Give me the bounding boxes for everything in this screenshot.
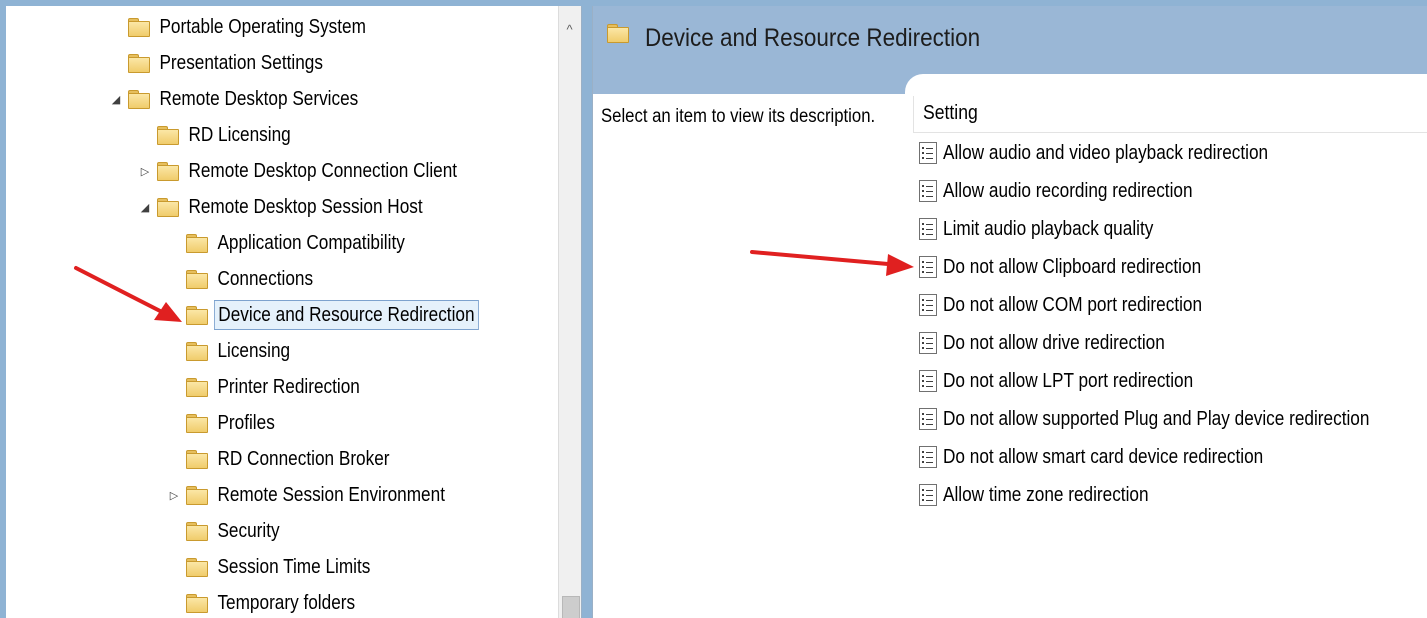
policy-setting-icon	[919, 218, 937, 240]
tree-item[interactable]: Security	[186, 514, 294, 548]
tree-item-label: Connections	[217, 268, 314, 290]
folder-icon	[186, 558, 208, 577]
policy-setting-icon	[919, 256, 937, 278]
tree-item[interactable]: RD Licensing	[157, 118, 312, 152]
setting-row[interactable]: Limit audio playback quality	[919, 212, 1188, 246]
folder-icon	[186, 378, 208, 397]
setting-label: Limit audio playback quality	[943, 217, 1154, 240]
policy-setting-icon	[919, 370, 937, 392]
tree-item-label: Remote Desktop Services	[159, 88, 359, 110]
tree-item[interactable]: ▷ Remote Desktop Connection Client	[141, 154, 505, 188]
setting-row[interactable]: Do not allow COM port redirection	[919, 288, 1244, 322]
tree-item-label: Portable Operating System	[159, 16, 366, 38]
setting-label: Do not allow smart card device redirecti…	[943, 445, 1264, 468]
tree-item-label: Session Time Limits	[217, 556, 371, 578]
expand-arrow-icon[interactable]: ▷	[168, 489, 180, 502]
folder-icon	[186, 594, 208, 613]
setting-row[interactable]: Do not allow Clipboard redirection	[919, 250, 1243, 284]
tree-item[interactable]: Temporary folders	[186, 586, 382, 618]
annotation-arrow-right	[750, 250, 914, 276]
setting-label: Allow time zone redirection	[943, 483, 1149, 506]
tree-item[interactable]: Application Compatibility	[186, 226, 440, 260]
folder-icon	[128, 18, 150, 37]
tree-item[interactable]: ◢ Remote Desktop Services	[112, 82, 395, 116]
setting-label: Do not allow LPT port redirection	[943, 369, 1194, 392]
tree-item-label: Printer Redirection	[217, 376, 360, 398]
setting-column-label: Setting	[923, 102, 978, 124]
policy-setting-icon	[919, 446, 937, 468]
setting-row[interactable]: Do not allow supported Plug and Play dev…	[919, 402, 1427, 436]
setting-label: Do not allow supported Plug and Play dev…	[943, 407, 1370, 430]
description-text: Select an item to view its description.	[601, 106, 876, 127]
annotation-arrow-left	[74, 266, 182, 322]
setting-label: Do not allow Clipboard redirection	[943, 255, 1202, 278]
setting-label: Do not allow COM port redirection	[943, 293, 1203, 316]
settings-column-header[interactable]: Setting	[913, 96, 1427, 133]
folder-icon	[128, 90, 150, 109]
setting-label: Allow audio and video playback redirecti…	[943, 141, 1269, 164]
folder-icon	[186, 234, 208, 253]
tree-scrollbar[interactable]: ^	[558, 6, 581, 618]
folder-icon	[186, 486, 208, 505]
tree-item-label: Security	[217, 520, 280, 542]
collapse-arrow-icon[interactable]: ◢	[110, 93, 122, 106]
policy-setting-icon	[919, 408, 937, 430]
folder-icon	[157, 198, 179, 217]
folder-icon	[186, 522, 208, 541]
tree-item-label: Remote Desktop Session Host	[188, 196, 423, 218]
tree-item-label: Temporary folders	[217, 592, 356, 614]
setting-row[interactable]: Do not allow drive redirection	[919, 326, 1201, 360]
setting-row[interactable]: Allow audio and video playback redirecti…	[919, 136, 1321, 170]
scroll-up-button[interactable]: ^	[561, 16, 578, 44]
setting-row[interactable]: Allow time zone redirection	[919, 478, 1182, 512]
tree-item[interactable]: Profiles	[186, 406, 289, 440]
folder-icon	[186, 342, 208, 361]
setting-row[interactable]: Do not allow LPT port redirection	[919, 364, 1234, 398]
tree-item-label: RD Licensing	[188, 124, 291, 146]
policy-setting-icon	[919, 294, 937, 316]
tree-item-label: Device and Resource Redirection	[214, 300, 479, 330]
setting-label: Do not allow drive redirection	[943, 331, 1165, 354]
setting-row[interactable]: Allow audio recording redirection	[919, 174, 1233, 208]
tree-item[interactable]: Presentation Settings	[128, 46, 354, 80]
tree-item[interactable]: Session Time Limits	[186, 550, 400, 584]
scroll-thumb[interactable]	[562, 596, 580, 618]
details-title: Device and Resource Redirection	[645, 24, 981, 52]
tree-item[interactable]: Device and Resource Redirection	[186, 298, 522, 332]
tree-item[interactable]: Licensing	[186, 334, 307, 368]
tree-item[interactable]: RD Connection Broker	[186, 442, 422, 476]
tree-item[interactable]: Printer Redirection	[186, 370, 388, 404]
tree-item[interactable]: Connections	[186, 262, 333, 296]
tree-item-label: RD Connection Broker	[217, 448, 390, 470]
tree-item[interactable]: ▷ Remote Session Environment	[170, 478, 487, 512]
tree-item-label: Remote Desktop Connection Client	[188, 160, 458, 182]
tree-item-label: Remote Session Environment	[217, 484, 445, 506]
collapse-arrow-icon[interactable]: ◢	[139, 201, 151, 214]
tree-item[interactable]: Portable Operating System	[128, 10, 404, 44]
folder-icon	[128, 54, 150, 73]
tree-item-label: Profiles	[217, 412, 275, 434]
tree-item-label: Application Compatibility	[217, 232, 405, 254]
folder-icon	[186, 414, 208, 433]
folder-icon	[607, 24, 629, 43]
policy-setting-icon	[919, 484, 937, 506]
folder-icon	[157, 162, 179, 181]
folder-icon	[186, 450, 208, 469]
tree-item-label: Presentation Settings	[159, 52, 323, 74]
folder-icon	[157, 126, 179, 145]
setting-label: Allow audio recording redirection	[943, 179, 1193, 202]
setting-row[interactable]: Do not allow smart card device redirecti…	[919, 440, 1315, 474]
tree-item-label: Licensing	[217, 340, 291, 362]
policy-setting-icon	[919, 180, 937, 202]
details-pane: Device and Resource Redirection Select a…	[592, 6, 1427, 618]
tree-item[interactable]: ◢ Remote Desktop Session Host	[141, 190, 465, 224]
policy-setting-icon	[919, 142, 937, 164]
expand-arrow-icon[interactable]: ▷	[139, 165, 151, 178]
policy-setting-icon	[919, 332, 937, 354]
